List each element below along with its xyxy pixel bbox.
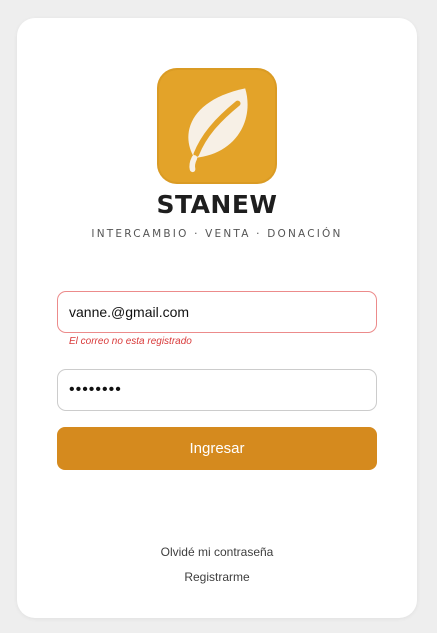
brand-tagline: INTERCAMBIO · VENTA · DONACIÓN bbox=[91, 228, 343, 240]
login-button[interactable]: Ingresar bbox=[57, 427, 377, 470]
login-card: STANEW INTERCAMBIO · VENTA · DONACIÓN El… bbox=[17, 18, 417, 618]
email-error-message: El correo no esta registrado bbox=[69, 336, 192, 347]
app-logo bbox=[157, 68, 277, 184]
brand-name: STANEW bbox=[156, 190, 278, 219]
password-field[interactable] bbox=[57, 369, 377, 411]
email-field[interactable] bbox=[57, 291, 377, 333]
forgot-password-link[interactable]: Olvidé mi contraseña bbox=[17, 545, 417, 559]
leaf-icon bbox=[188, 88, 248, 173]
register-link[interactable]: Registrarme bbox=[17, 570, 417, 584]
